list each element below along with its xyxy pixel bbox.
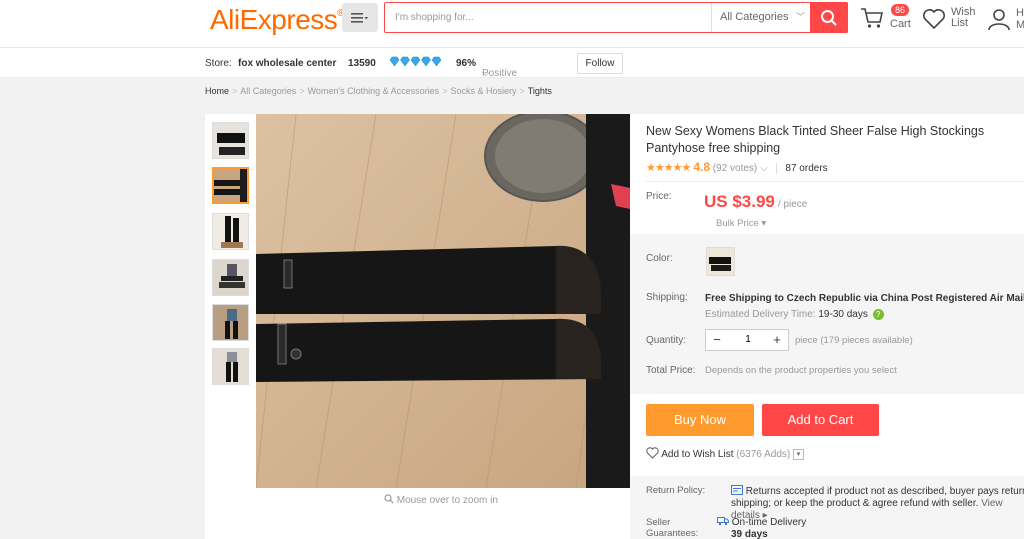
delivery-prefix: Estimated Delivery Time: xyxy=(705,309,816,321)
return-box-icon xyxy=(731,485,743,495)
zoom-hint: Mouse over to zoom in xyxy=(384,494,498,506)
zoom-hint-text: Mouse over to zoom in xyxy=(396,495,498,506)
thumbnail-4[interactable] xyxy=(212,259,249,296)
cart-label: Cart xyxy=(890,18,911,30)
cart-icon xyxy=(861,8,883,28)
wishlist-link[interactable]: Wish List xyxy=(922,5,978,35)
color-swatch[interactable] xyxy=(706,247,735,276)
rating-value: 4.8 xyxy=(693,160,710,174)
user-icon xyxy=(988,9,1010,31)
store-bar: Store: fox wholesale center 13590 96% Po… xyxy=(0,48,1024,90)
guarantee-days: 39 days xyxy=(731,529,768,539)
follow-store-button[interactable]: Follow xyxy=(577,53,623,74)
rating-row: ★★★★★ 4.8 (92 votes) ⌵ 87 orders xyxy=(646,160,828,174)
heart-icon xyxy=(923,9,945,30)
quantity-decrease-button[interactable]: − xyxy=(706,330,728,350)
truck-icon xyxy=(717,517,729,526)
quantity-available: piece (179 pieces available) xyxy=(795,335,913,346)
total-price-text: Depends on the product properties you se… xyxy=(705,365,897,376)
store-prefix: Store: xyxy=(205,58,232,69)
store-score: 13590 xyxy=(348,58,376,69)
aliexpress-logo[interactable]: AliExpress® xyxy=(210,4,345,36)
breadcrumb: Home > All Categories > Women's Clothing & A… xyxy=(205,86,552,96)
site-header: AliExpress® All Categories﹀ 86 Cart Wish… xyxy=(0,0,1024,48)
category-select[interactable]: All Categories ﹀ xyxy=(711,3,811,32)
delivery-estimate: Estimated Delivery Time: 19-30 days ? xyxy=(705,309,884,320)
wishlist-label: Wish List xyxy=(951,6,976,29)
hamburger-icon xyxy=(351,12,368,23)
orders-count: 87 orders xyxy=(776,163,828,174)
product-info-panel: New Sexy Womens Black Tinted Sheer False… xyxy=(630,114,1024,539)
chevron-down-icon: ﹀ xyxy=(795,12,805,22)
cart-count-badge: 86 xyxy=(891,4,910,16)
cart-link[interactable]: 86 Cart xyxy=(860,4,916,35)
product-photo xyxy=(256,114,630,488)
positive-feedback-percent: 96% xyxy=(456,58,477,69)
product-title: New Sexy Womens Black Tinted Sheer False… xyxy=(646,124,985,155)
thumbnail-2[interactable] xyxy=(212,167,249,204)
chevron-down-icon: ⌵ xyxy=(760,163,768,174)
diamond-icon xyxy=(389,56,442,67)
votes-link[interactable]: (92 votes) xyxy=(713,163,757,174)
thumbnail-1[interactable] xyxy=(212,122,249,159)
buy-now-button[interactable]: Buy Now xyxy=(646,404,754,436)
price-value: US $3.99 xyxy=(704,192,775,211)
magnifier-icon xyxy=(384,494,394,504)
add-to-cart-button[interactable]: Add to Cart xyxy=(762,404,879,436)
thumbnail-3[interactable] xyxy=(212,213,249,250)
price-unit: / piece xyxy=(777,199,808,210)
on-time-delivery: On-time Delivery xyxy=(731,517,807,528)
breadcrumb-womens-clothing[interactable]: Women's Clothing & Accessories xyxy=(308,86,440,96)
shipping-info: Free Shipping to Czech Republic via Chin… xyxy=(705,293,1024,304)
seller-guarantee: On-time Delivery 39 days xyxy=(717,516,806,539)
price-box: US $3.99/ piece xyxy=(704,192,807,212)
quantity-input[interactable] xyxy=(728,330,768,350)
delivery-days: 19-30 days xyxy=(818,309,868,321)
total-price-label: Total Price: xyxy=(646,365,696,376)
bulk-price-dropdown[interactable]: Bulk Price ▾ xyxy=(716,218,766,229)
seller-guarantees-label: Seller Guarantees: xyxy=(646,517,699,539)
quantity-label: Quantity: xyxy=(646,335,687,346)
wishlist-count: (6376 Adds) xyxy=(736,449,791,460)
chevron-down-icon[interactable]: ▾ xyxy=(793,448,804,460)
quantity-stepper: − + xyxy=(705,329,789,351)
divider xyxy=(646,181,1024,182)
quantity-increase-button[interactable]: + xyxy=(766,330,788,350)
search-input[interactable] xyxy=(395,3,705,32)
breadcrumb-socks-hosiery[interactable]: Socks & Hosiery xyxy=(450,86,516,96)
product-main-image[interactable] xyxy=(256,114,630,488)
search-button[interactable] xyxy=(810,2,848,33)
breadcrumb-home[interactable]: Home xyxy=(205,86,229,96)
price-label: Price: xyxy=(646,191,672,202)
search-bar: All Categories﹀ xyxy=(384,2,848,33)
thumbnail-6[interactable] xyxy=(212,348,249,385)
store-name[interactable]: fox wholesale center xyxy=(238,58,336,69)
breadcrumb-tights[interactable]: Tights xyxy=(528,86,552,96)
breadcrumb-all-categories[interactable]: All Categories xyxy=(240,86,296,96)
store-rank-diamonds xyxy=(389,56,442,71)
color-label: Color: xyxy=(646,253,673,264)
wishlist-label: Add to Wish List xyxy=(661,449,734,460)
thumbnail-5[interactable] xyxy=(212,304,249,341)
heart-icon xyxy=(646,447,659,459)
star-rating-icon: ★★★★★ xyxy=(646,162,691,174)
add-to-wishlist[interactable]: Add to Wish List (6376 Adds) ▾ xyxy=(646,447,804,460)
shipping-label: Shipping: xyxy=(646,292,688,303)
category-menu-button[interactable] xyxy=(342,3,378,32)
account-link[interactable]: Hi M xyxy=(985,5,1024,35)
account-label: Hi M xyxy=(1016,7,1024,31)
breadcrumb-strip: Home > All Categories > Women's Clothing & A… xyxy=(0,78,1024,100)
search-icon xyxy=(821,9,837,26)
help-icon[interactable]: ? xyxy=(872,309,884,320)
return-policy-label: Return Policy: xyxy=(646,485,706,496)
